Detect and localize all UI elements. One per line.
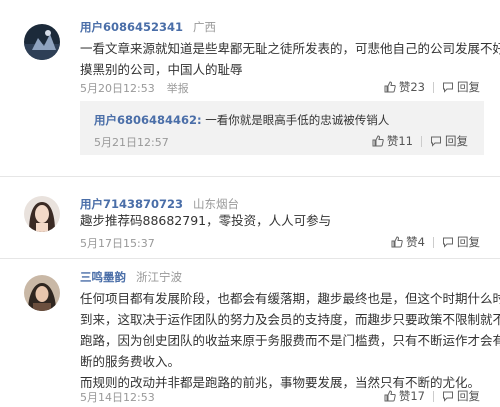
comment-line: 任何项目都有发展阶段，也都会有缓落期，趣步最终也是，但这个时期什么时候 <box>80 291 500 306</box>
comment-bubble-icon <box>443 82 453 93</box>
user-location: 浙江宁波 <box>136 270 182 284</box>
avatar-image <box>24 24 60 60</box>
thumbs-up-icon <box>391 236 403 248</box>
username[interactable]: 三鸣墨韵 <box>80 270 126 284</box>
comment-line: 断的服务费收入。 <box>80 354 181 369</box>
report-link[interactable]: 举报 <box>167 82 189 95</box>
like-button[interactable]: 赞23 <box>384 79 425 95</box>
comment-meta: 5月14日12:53 <box>80 389 155 405</box>
user-location: 广西 <box>193 20 217 34</box>
thumbs-up-icon <box>372 135 384 147</box>
comment-bubble-icon <box>443 391 453 402</box>
comment-bubble-icon <box>443 237 453 248</box>
like-count: 赞11 <box>386 134 413 148</box>
nested-reply: 用户6806484462: 一看你就是眼高手低的忠诚被传销人 5月21日12:5… <box>80 101 484 155</box>
comment-line: 摸黑别的公司，中国人的耻辱 <box>80 62 243 77</box>
avatar-image <box>24 275 60 311</box>
avatar[interactable] <box>24 24 60 60</box>
comment-line: 趣步推荐码88682791，零投资，人人可参与 <box>80 213 332 228</box>
comment-divider <box>0 176 500 177</box>
comment-divider <box>0 258 500 259</box>
like-count: 赞4 <box>406 235 425 249</box>
reply-button[interactable]: 回复 <box>430 133 468 149</box>
comment-meta: 5月20日12:53 举报 <box>80 80 189 96</box>
comment-actions: 赞17 回复 <box>384 388 480 404</box>
comment-line: 到来，这取决于运作团队的努力及会员的支持度，而趣步只要政策不限制就不会 <box>80 312 500 327</box>
timestamp: 5月20日12:53 <box>80 82 155 95</box>
comment-meta: 5月17日15:37 <box>80 235 155 251</box>
thumbs-up-icon <box>384 390 396 402</box>
reply-button[interactable]: 回复 <box>442 234 480 250</box>
comment-header: 用户6086452341 广西 <box>80 19 216 35</box>
comment-line: 跑路，因为创史团队的收益来原于务服费而不是门槛费，只有不断运作才会有不 <box>80 333 500 348</box>
reply-text: 用户6806484462: 一看你就是眼高手低的忠诚被传销人 <box>94 112 389 128</box>
reply-label: 回复 <box>457 80 480 94</box>
like-count: 赞23 <box>398 80 425 94</box>
like-button[interactable]: 赞4 <box>391 234 425 250</box>
action-divider <box>433 236 434 248</box>
thumbs-up-icon <box>384 81 396 93</box>
comment-text: 趣步推荐码88682791，零投资，人人可参与 <box>80 210 331 231</box>
reply-actions: 赞11 回复 <box>372 133 468 149</box>
avatar[interactable] <box>24 275 60 311</box>
like-button[interactable]: 赞11 <box>372 133 413 149</box>
reply-label: 回复 <box>445 134 468 148</box>
comment-bubble-icon <box>431 136 441 147</box>
like-button[interactable]: 赞17 <box>384 388 425 404</box>
comment-text: 任何项目都有发展阶段，也都会有缓落期，趣步最终也是，但这个时期什么时候 到来，这… <box>80 288 500 393</box>
reply-button[interactable]: 回复 <box>442 388 480 404</box>
comment-line: 一看文章来源就知道是些卑鄙无耻之徒所发表的，可悲他自己的公司发展不好去 <box>80 41 500 56</box>
avatar[interactable] <box>24 196 60 232</box>
reply-content: 一看你就是眼高手低的忠诚被传销人 <box>201 113 390 127</box>
action-divider <box>433 81 434 93</box>
reply-timestamp: 5月21日12:57 <box>94 136 169 149</box>
comment-actions: 赞23 回复 <box>384 79 480 95</box>
avatar-image <box>24 196 60 232</box>
comment-header: 三鸣墨韵 浙江宁波 <box>80 269 182 285</box>
username[interactable]: 用户6086452341 <box>80 20 183 34</box>
reply-username[interactable]: 用户6806484462: <box>94 113 202 127</box>
reply-button[interactable]: 回复 <box>442 79 480 95</box>
reply-label: 回复 <box>457 235 480 249</box>
comment-actions: 赞4 回复 <box>391 234 480 250</box>
username[interactable]: 用户7143870723 <box>80 197 183 211</box>
comment-text: 一看文章来源就知道是些卑鄙无耻之徒所发表的，可悲他自己的公司发展不好去 摸黑别的… <box>80 38 500 80</box>
reply-label: 回复 <box>457 389 480 403</box>
timestamp: 5月17日15:37 <box>80 237 155 250</box>
action-divider <box>433 390 434 402</box>
action-divider <box>421 135 422 147</box>
timestamp: 5月14日12:53 <box>80 391 155 404</box>
like-count: 赞17 <box>398 389 425 403</box>
user-location: 山东烟台 <box>193 197 240 211</box>
